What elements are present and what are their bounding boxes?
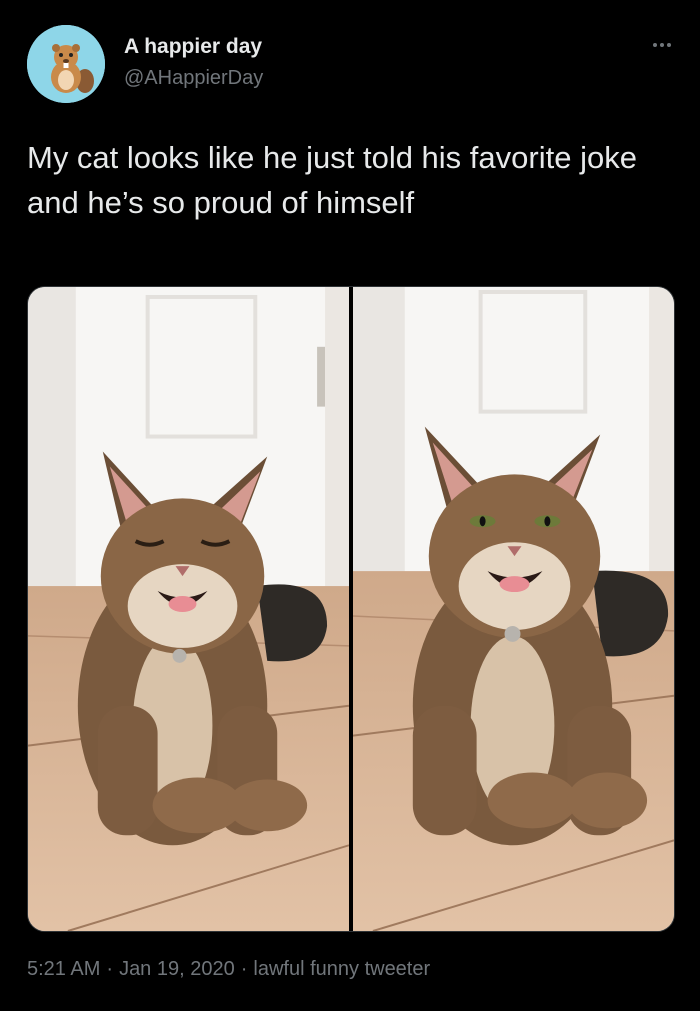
dot — [653, 43, 657, 47]
more-options-icon[interactable] — [647, 33, 677, 57]
tweet-meta: 5:21 AM · Jan 19, 2020 · lawful funny tweete… — [27, 958, 430, 981]
meta-separator: · — [240, 958, 248, 980]
tweet-header: A happier day @AHappierDay — [27, 25, 677, 105]
meta-separator: · — [106, 958, 114, 980]
tweet-source[interactable]: lawful funny tweeter — [253, 958, 430, 980]
smiling-cat-eyes-open-photo — [353, 287, 674, 931]
photo-left[interactable] — [28, 287, 349, 931]
author-display-name[interactable]: A happier day — [124, 35, 262, 59]
tweet-date[interactable]: Jan 19, 2020 — [119, 958, 235, 980]
tweet-media — [27, 286, 675, 932]
dot — [667, 43, 671, 47]
tweet-time[interactable]: 5:21 AM — [27, 958, 100, 980]
author-avatar[interactable] — [27, 25, 105, 103]
dot — [660, 43, 664, 47]
smiling-cat-eyes-closed-photo — [28, 287, 349, 931]
author-handle[interactable]: @AHappierDay — [124, 67, 263, 90]
tweet-text: My cat looks like he just told his favor… — [27, 140, 637, 220]
beaver-avatar-icon — [27, 25, 105, 103]
photo-right[interactable] — [353, 287, 674, 931]
